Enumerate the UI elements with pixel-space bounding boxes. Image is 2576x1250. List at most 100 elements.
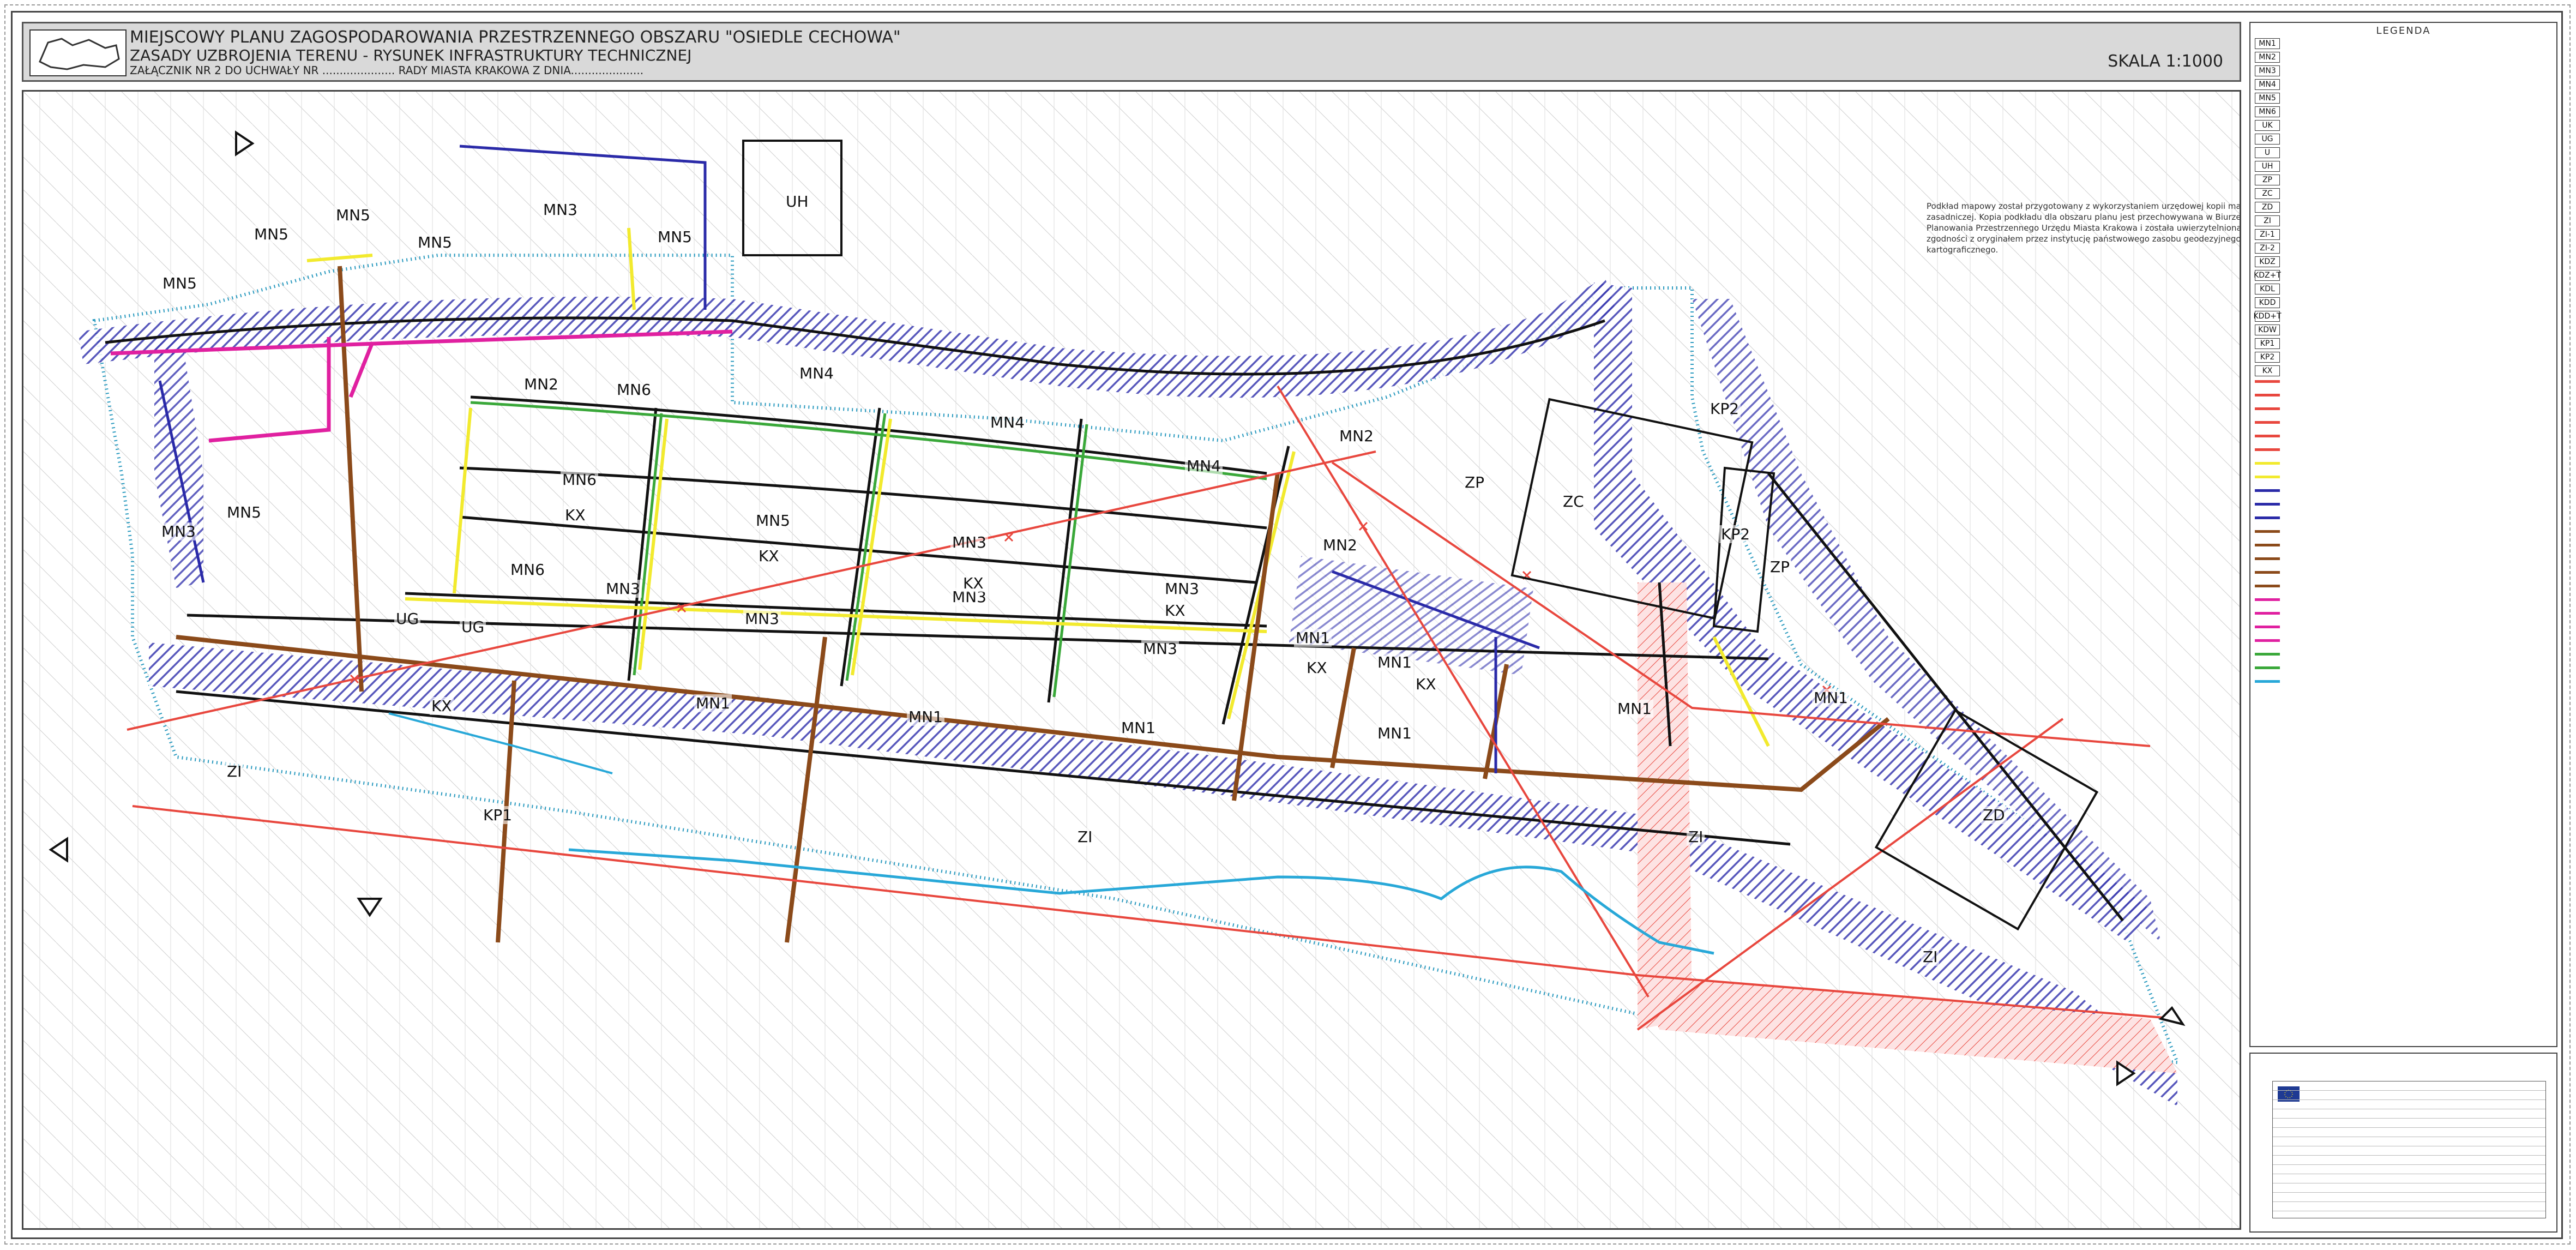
legend-symbol-code: KX [2255,365,2280,376]
legend-symbol-row: KX [2255,364,2556,377]
zone-label: MN5 [754,512,792,530]
legend-line-row [2255,582,2556,596]
legend-line-swatch [2255,462,2280,476]
legend-line-swatch [2255,626,2280,639]
zone-label: ZD [1981,806,2007,824]
zone-label: MN1 [1294,629,1332,647]
zone-label: ZP [1463,473,1486,491]
zone-label: MN1 [1376,653,1413,671]
legend-symbol-row: MN3 [2255,64,2556,77]
legend-symbol-code: MN1 [2255,38,2280,49]
legend-line-swatch [2255,571,2280,585]
legend-line-row [2255,555,2556,568]
legend-line-swatch [2255,639,2280,653]
legend-symbol-code: MN4 [2255,79,2280,90]
title-block-row [2273,1119,2545,1128]
legend-symbol-code: UK [2255,119,2280,131]
legend-symbol-code: ZP [2255,174,2280,185]
legend-line-swatch [2255,448,2280,462]
zone-label: MN1 [1616,700,1653,718]
legend-line-swatch [2255,394,2280,407]
zone-label: MN2 [522,375,560,393]
title-block-row [2273,1128,2545,1137]
legend-symbol-row: ZI-2 [2255,241,2556,255]
legend-symbol-code: ZI-2 [2255,242,2280,254]
title-block-row [2273,1202,2545,1211]
legend-symbol-code: KP2 [2255,351,2280,363]
annex-line: ZAŁĄCZNIK NR 2 DO UCHWAŁY NR ...........… [130,64,644,77]
legend-symbol-row: KDD [2255,296,2556,309]
zone-label: MN4 [989,413,1026,431]
zone-label: MN6 [561,471,598,489]
zone-label: MN5 [252,225,290,243]
legend-symbol-row: KDZ+T [2254,268,2556,282]
legend-line-swatch [2255,380,2280,394]
legend-symbol-code: U [2255,147,2280,158]
legend-line-row [2255,446,2556,459]
zone-label: ZI [1076,828,1094,846]
zone-label: MN1 [1120,719,1157,737]
legend-symbol-code: MN2 [2255,51,2280,63]
legend-line-row [2255,527,2556,541]
legend-symbol-row: MN2 [2255,50,2556,64]
zone-label: MN1 [1812,689,1850,707]
legend-symbol-code: MN5 [2255,92,2280,104]
zone-label: MN1 [1376,724,1413,742]
legend-line-swatch [2255,585,2280,598]
legend-line-row [2255,609,2556,623]
legend-symbol-row: ZP [2255,173,2556,187]
zone-label: ZP [1768,558,1792,576]
legend-line-row [2255,623,2556,636]
legend-symbol-code: ZD [2255,201,2280,213]
zone-label: KX [757,547,781,565]
title-block-row [2273,1091,2545,1100]
zone-label: MN1 [694,694,732,712]
legend-symbol-row: MN5 [2255,91,2556,105]
title-block-row [2273,1156,2545,1165]
legend-line-row [2255,486,2556,500]
title-block-grid [2272,1081,2546,1218]
zone-label: ZC [1561,492,1586,510]
legend-symbol-code: UH [2255,160,2280,172]
legend-line-swatch [2255,598,2280,612]
map-drawing [23,92,2240,1228]
zone-label: MN3 [1163,580,1201,598]
map-subtitle: ZASADY UZBROJENIA TERENU - RYSUNEK INFRA… [130,46,692,64]
legend-line-row [2255,650,2556,664]
title-block-row [2273,1193,2545,1202]
legend-line-row [2255,596,2556,609]
zone-label: KX [1163,602,1187,620]
legend-symbol-code: ZI [2255,215,2280,226]
zone-label: MN5 [656,228,694,246]
title-block-row [2273,1081,2545,1091]
zone-label: KX [1414,675,1438,693]
legend-symbol-code: KDD [2255,297,2280,308]
legend-line-swatch [2255,516,2280,530]
zone-label: KX [1305,659,1329,677]
zone-label: UH [784,193,810,211]
zone-label: MN3 [604,580,642,598]
map-canvas[interactable]: MN5 MN5 MN5 MN5 MN3 UH MN5 MN3 MN5 MN2 M… [22,90,2241,1230]
zone-label: MN2 [1338,427,1375,445]
legend-symbol-row: UH [2255,159,2556,173]
title-block [2249,1053,2557,1233]
zone-label: MN2 [1321,536,1359,554]
legend-line-row [2255,664,2556,677]
legend-symbol-list: MN1 MN2 MN3 MN4 MN5 MN6 UK UG U UH ZP ZC ZD ZI ZI-1 ZI-… [2250,37,2556,377]
legend-line-row [2255,500,2556,514]
zone-label: ZI [1687,828,1705,846]
zone-label: MN5 [225,503,263,521]
legend-symbol-row: ZI-1 [2255,227,2556,241]
legend-symbol-code: KP1 [2255,338,2280,349]
legend-line-swatch [2255,435,2280,448]
legend-line-row [2255,541,2556,555]
legend-line-list [2250,377,2556,691]
legend-line-row [2255,459,2556,473]
legend-line-swatch [2255,544,2280,557]
title-block-row [2273,1100,2545,1109]
title-block-row [2273,1109,2545,1119]
legend-symbol-row: MN4 [2255,77,2556,91]
zone-label: MN3 [743,610,781,628]
legend-symbol-code: KDW [2255,324,2280,335]
legend-symbol-row: MN6 [2255,105,2556,118]
